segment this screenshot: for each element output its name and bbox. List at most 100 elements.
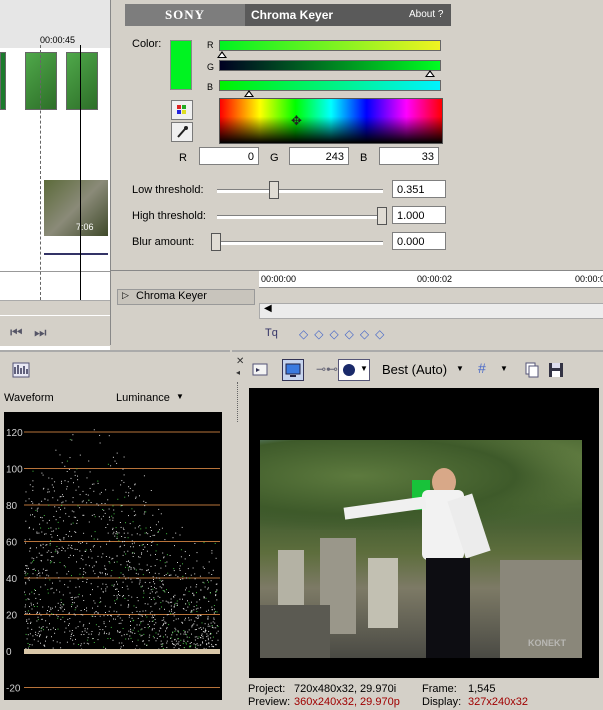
audio-track[interactable] <box>0 239 110 272</box>
sony-logo: SONY <box>125 4 245 26</box>
frame-value: 1,545 <box>468 683 496 695</box>
go-to-start-icon[interactable]: ⏮ <box>10 324 23 341</box>
keyframe-area: 00:00:00 00:00:02 00:00:0 ▷ Chroma Keyer… <box>111 270 603 346</box>
monitor-icon <box>285 363 301 377</box>
g-gradient-bar[interactable] <box>219 60 441 71</box>
timeline-scrollbar[interactable] <box>0 300 110 315</box>
b-field-label: B <box>360 152 368 164</box>
low-threshold-slider[interactable] <box>217 189 383 193</box>
playhead-line[interactable] <box>80 45 81 300</box>
r-gradient-bar[interactable] <box>219 40 441 51</box>
preview-label: Preview: <box>248 696 291 708</box>
copy-snapshot-button[interactable] <box>522 360 542 380</box>
plugin-header: SONY Chroma Keyer About ? <box>125 4 451 26</box>
high-threshold-slider[interactable] <box>217 215 383 219</box>
g-slider-marker[interactable] <box>425 70 435 77</box>
plugin-title: Chroma Keyer <box>251 8 334 22</box>
high-threshold-label: High threshold: <box>132 210 206 222</box>
waveform-display: 120 100 80 60 40 20 0 -20 <box>4 412 222 700</box>
dock-grip[interactable] <box>237 382 241 422</box>
save-snapshot-button[interactable] <box>546 360 566 380</box>
ruler-time-1: 00:00:02 <box>417 274 453 284</box>
scroll-left-icon[interactable]: ◀ <box>264 303 272 314</box>
low-threshold-label: Low threshold: <box>132 184 204 196</box>
key-color-swatch[interactable] <box>170 40 192 90</box>
b-slider-marker[interactable] <box>244 90 254 97</box>
r-value-input[interactable]: 0 <box>199 147 259 165</box>
low-threshold-input[interactable]: 0.351 <box>392 180 446 198</box>
transport-bar: ⏮ ⏭ <box>0 316 110 346</box>
about-button[interactable]: About ? <box>409 4 443 26</box>
video-scopes-panel: Waveform Luminance ▼ 120 100 80 60 40 20 0 -20 <box>0 350 230 710</box>
color-label: Color: <box>132 38 162 50</box>
keyframe-nav-icons[interactable]: ◇◇◇◇◇◇ <box>299 327 390 341</box>
r-field-label: R <box>179 152 187 164</box>
high-threshold-input[interactable]: 1.000 <box>392 206 446 224</box>
watermark-logo: KONEKT <box>528 638 566 648</box>
scope-scale-label: 40 <box>6 574 18 585</box>
timeline-ruler[interactable]: 00:00:45 <box>0 0 110 49</box>
video-display[interactable]: KONEKT <box>249 388 599 678</box>
scope-scale-label: 80 <box>6 501 18 512</box>
blur-amount-input[interactable]: 0.000 <box>392 232 446 250</box>
grid-icon[interactable]: # <box>478 360 486 376</box>
chevron-down-icon[interactable]: ▼ <box>500 364 508 373</box>
preview-settings-icon <box>252 363 268 376</box>
person-legs <box>426 558 470 658</box>
eyedropper-button[interactable] <box>171 122 193 142</box>
scope-scale-label: 20 <box>6 611 18 622</box>
effect-chain-item[interactable]: ▷ Chroma Keyer <box>117 289 255 305</box>
external-monitor-button[interactable] <box>282 359 304 381</box>
track-clip-thumbnail[interactable] <box>25 52 57 110</box>
blur-amount-slider[interactable] <box>217 241 383 245</box>
chevron-down-icon[interactable]: ▼ <box>360 364 368 373</box>
project-label: Project: <box>248 683 286 695</box>
color-picker-spectrum[interactable]: ✥ <box>219 98 443 144</box>
high-threshold-thumb[interactable] <box>377 207 387 225</box>
keyframe-mode-icon[interactable]: Tq <box>265 327 278 339</box>
g-value-input[interactable]: 243 <box>289 147 349 165</box>
track-clip-thumbnail[interactable] <box>66 52 98 110</box>
preview-settings-button[interactable] <box>250 360 270 380</box>
split-screen-icon[interactable]: ⊸⊷ <box>316 362 338 376</box>
keyframe-scrollbar[interactable]: ◀ <box>259 303 603 319</box>
picker-crosshair-icon[interactable]: ✥ <box>291 113 302 129</box>
chevron-down-icon[interactable]: ▼ <box>456 364 464 373</box>
video-track-3[interactable]: 7:06 <box>0 176 110 240</box>
circle-icon <box>343 364 355 376</box>
keyframe-ruler[interactable]: 00:00:00 00:00:02 00:00:0 <box>259 271 603 288</box>
preview-quality-select[interactable]: Best (Auto) <box>382 362 447 377</box>
g-channel-label: G <box>207 62 215 72</box>
video-track-2[interactable] <box>0 113 110 177</box>
scope-channel-select[interactable]: Luminance <box>116 392 170 404</box>
waveform-black-level <box>24 649 220 654</box>
chevron-down-icon[interactable]: ▼ <box>176 392 184 401</box>
b-value-input[interactable]: 33 <box>379 147 439 165</box>
display-label: Display: <box>422 696 462 708</box>
track-clip[interactable] <box>0 52 6 110</box>
video-track-1[interactable] <box>0 48 110 114</box>
close-icon[interactable]: ✕ <box>236 356 244 367</box>
ruler-time: 00:00:45 <box>40 35 76 45</box>
pin-icon[interactable]: ◂ <box>236 368 240 377</box>
blur-amount-thumb[interactable] <box>211 233 221 251</box>
ruler-time-0: 00:00:00 <box>261 274 297 284</box>
color-palette-button[interactable] <box>171 100 193 120</box>
loop-marker-line <box>40 45 41 300</box>
go-to-end-icon[interactable]: ⏭ <box>34 324 47 341</box>
video-frame: KONEKT <box>260 440 582 658</box>
g-field-label: G <box>270 152 279 164</box>
blur-amount-label: Blur amount: <box>132 236 195 248</box>
save-icon <box>549 363 563 377</box>
expand-triangle-icon[interactable]: ▷ <box>122 290 129 301</box>
scope-settings-button[interactable] <box>12 362 30 378</box>
ruin-block <box>260 605 330 658</box>
preview-quality-toggle[interactable]: ▼ <box>338 359 370 381</box>
palette-icon <box>177 105 186 114</box>
video-preview-panel: ✕ ◂ ⊸⊷ ▼ Best (Auto) ▼ # ▼ KONEKT Projec… <box>232 350 603 710</box>
r-slider-marker[interactable] <box>217 51 227 58</box>
frame-label: Frame: <box>422 683 457 695</box>
scope-scale-label: -20 <box>6 684 21 695</box>
low-threshold-thumb[interactable] <box>269 181 280 199</box>
preview-value: 360x240x32, 29.970p <box>294 696 400 708</box>
